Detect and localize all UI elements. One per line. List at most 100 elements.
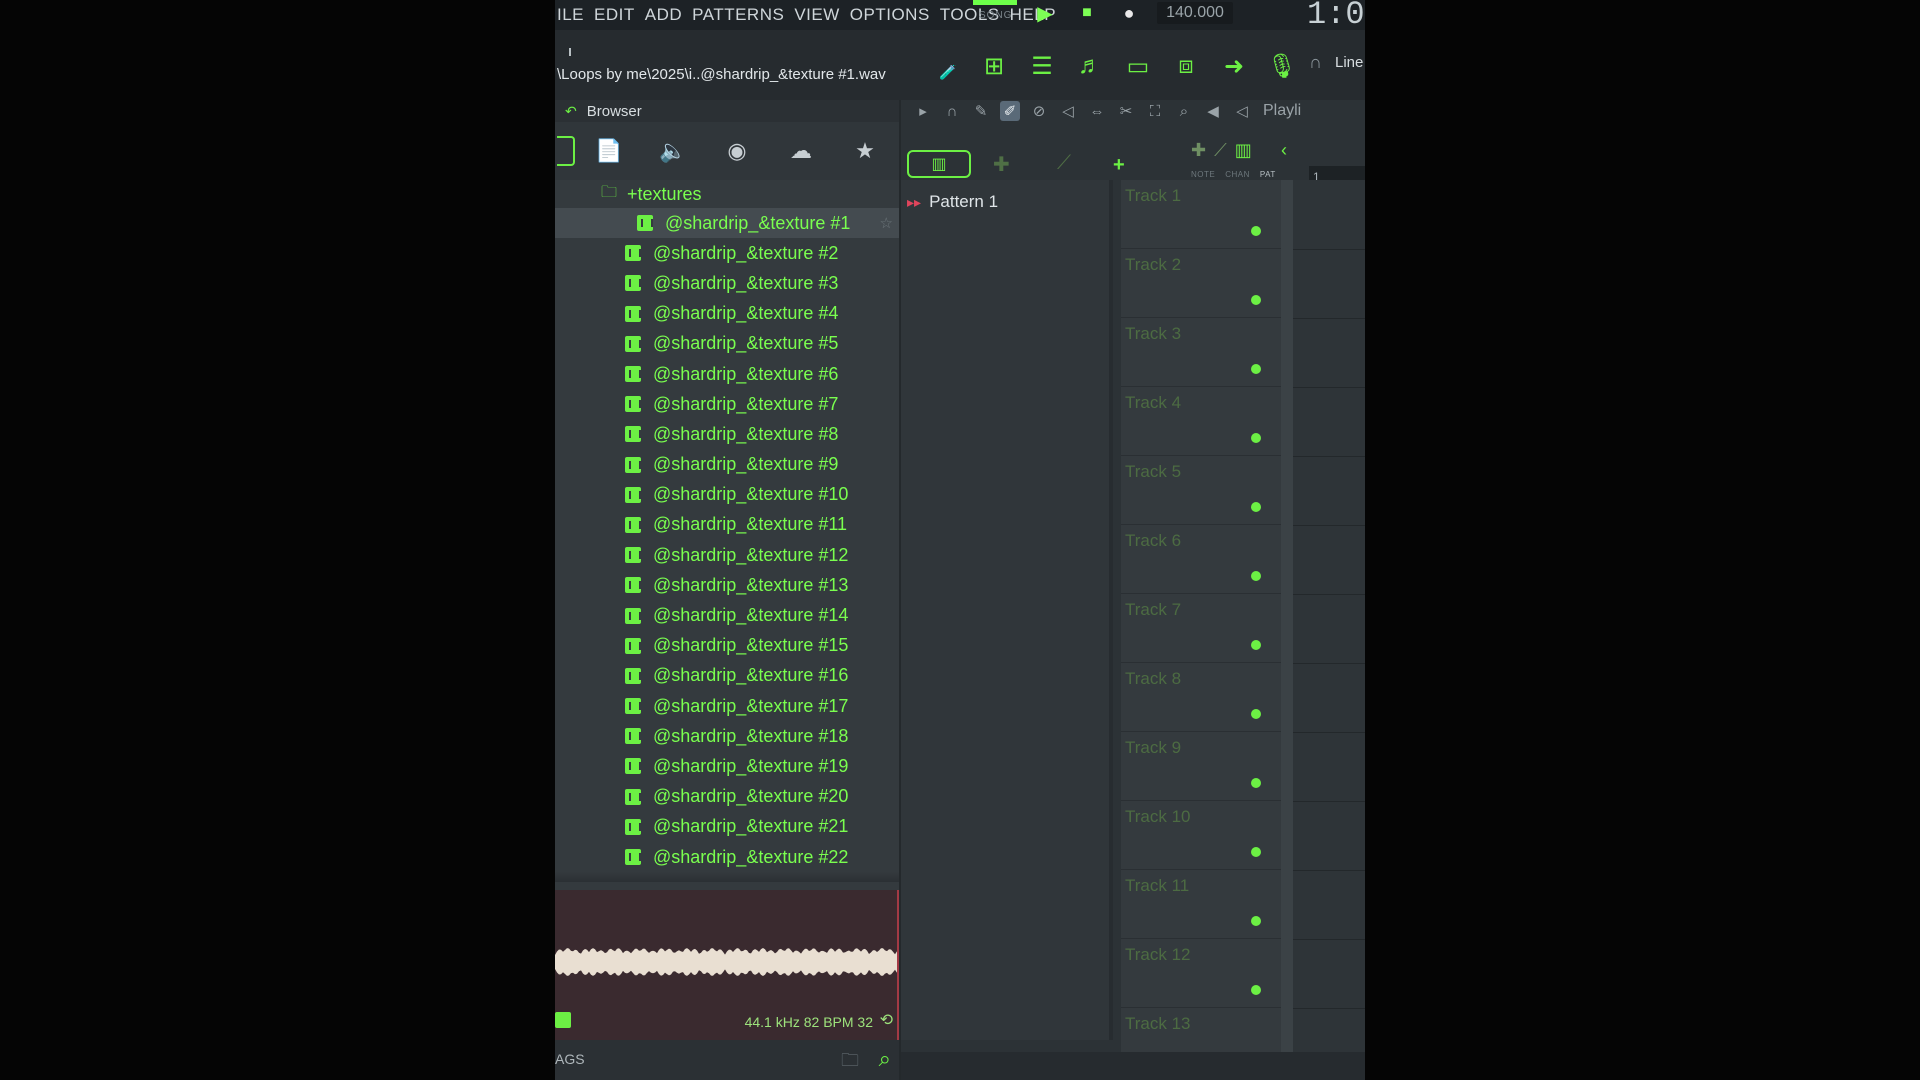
pattern-mode-button[interactable]: ▥ — [907, 150, 971, 178]
file-item[interactable]: @shardrip_&texture #12 — [555, 540, 899, 570]
track-header[interactable]: Track 1 — [1121, 180, 1281, 249]
track-enable-dot[interactable] — [1251, 847, 1261, 857]
file-item[interactable]: @shardrip_&texture #9 — [555, 450, 899, 480]
track-enable-dot[interactable] — [1251, 571, 1261, 581]
track-header[interactable]: Track 9 — [1121, 732, 1281, 801]
file-item[interactable]: @shardrip_&texture #17 — [555, 691, 899, 721]
slip-icon[interactable]: ⇔ — [1087, 101, 1107, 121]
file-item[interactable]: @shardrip_&texture #5 — [555, 329, 899, 359]
pattern-block-icon[interactable]: ▥ — [1235, 140, 1252, 161]
track-header[interactable]: Track 12 — [1121, 939, 1281, 1008]
cloud-icon-tab[interactable]: ☁ — [769, 122, 833, 180]
track-header[interactable]: Track 10 — [1121, 801, 1281, 870]
track-enable-dot[interactable] — [1251, 502, 1261, 512]
tab-all[interactable] — [555, 122, 577, 180]
add-pattern-icon[interactable]: + — [1113, 154, 1125, 177]
mode-chan[interactable]: CHAN — [1225, 170, 1250, 179]
speaker-icon-tab[interactable]: 🔈 — [641, 122, 705, 180]
file-icon-tab[interactable]: 📄 — [577, 122, 641, 180]
track-header[interactable]: Track 5 — [1121, 456, 1281, 525]
track-enable-dot[interactable] — [1251, 709, 1261, 719]
playlist-scroll-bar[interactable] — [901, 1052, 1365, 1080]
microphone-icon[interactable]: 🎙 — [1263, 46, 1301, 86]
file-item[interactable]: @shardrip_&texture #6 — [555, 359, 899, 389]
playlist-tree-icon[interactable]: ⊞ — [975, 46, 1013, 86]
file-item[interactable]: @shardrip_&texture #10 — [555, 480, 899, 510]
file-item[interactable]: @shardrip_&texture #14 — [555, 600, 899, 630]
file-item[interactable]: @shardrip_&texture #4 — [555, 299, 899, 329]
sample-preview[interactable]: 44.1 kHz 82 BPM 32 ⟲ — [555, 890, 899, 1040]
delete-icon[interactable]: ⊘ — [1029, 101, 1049, 121]
folder-icon[interactable]: 🗀 — [841, 1048, 859, 1078]
file-item[interactable]: @shardrip_&texture #16 — [555, 661, 899, 691]
mixer-icon[interactable]: ⧈ — [1167, 46, 1205, 86]
menu-item-2[interactable]: ADD — [645, 5, 682, 25]
move-icon[interactable]: ✚ — [993, 152, 1010, 177]
track-enable-dot[interactable] — [1251, 226, 1261, 236]
loop-icon[interactable]: ⟲ — [880, 1010, 893, 1030]
menu-item-1[interactable]: EDIT — [594, 5, 635, 25]
snap-line-label[interactable]: Line — [1335, 54, 1363, 71]
file-item[interactable]: @shardrip_&texture #3 — [555, 268, 899, 298]
track-enable-dot[interactable] — [1251, 364, 1261, 374]
menu-item-4[interactable]: VIEW — [794, 5, 839, 25]
browser-window-icon[interactable]: ▭ — [1119, 46, 1157, 86]
zoom-icon[interactable]: ⌕ — [1174, 101, 1194, 121]
track-enable-dot[interactable] — [1251, 778, 1261, 788]
headphones-icon[interactable]: ∩ — [1309, 52, 1322, 73]
file-item[interactable]: @shardrip_&texture #8 — [555, 419, 899, 449]
track-divider[interactable] — [1281, 180, 1293, 1080]
magnet-icon[interactable]: ∩ — [942, 101, 962, 121]
track-enable-dot[interactable] — [1251, 295, 1261, 305]
mode-note[interactable]: NOTE — [1191, 170, 1215, 179]
tempo-display[interactable]: 140.000 — [1157, 2, 1233, 24]
folder-item-textures[interactable]: 🗀 +textures — [555, 180, 899, 208]
mode-pat[interactable]: PAT — [1260, 170, 1276, 179]
file-item[interactable]: @shardrip_&texture #18 — [555, 721, 899, 751]
menu-item-0[interactable]: ILE — [557, 5, 584, 25]
file-item[interactable]: @shardrip_&texture #11 — [555, 510, 899, 540]
mute-icon[interactable]: ◁ — [1058, 101, 1078, 121]
line-tool-icon[interactable]: ⟋ — [1057, 152, 1071, 175]
track-enable-dot[interactable] — [1251, 433, 1261, 443]
file-item[interactable]: @shardrip_&texture #20 — [555, 782, 899, 812]
track-header[interactable]: Track 4 — [1121, 387, 1281, 456]
record-icon[interactable]: ● — [1115, 0, 1143, 26]
globe-icon-tab[interactable]: ◉ — [705, 122, 769, 180]
browser-back-icon[interactable]: ↶ — [565, 103, 577, 120]
stop-icon[interactable]: ■ — [1073, 0, 1101, 26]
menu-item-3[interactable]: PATTERNS — [692, 5, 784, 25]
piano-roll-icon[interactable]: ♬ — [1071, 46, 1109, 86]
track-enable-dot[interactable] — [1251, 916, 1261, 926]
track-header[interactable]: Track 8 — [1121, 663, 1281, 732]
track-header[interactable]: Track 2 — [1121, 249, 1281, 318]
track-header[interactable]: Track 7 — [1121, 594, 1281, 663]
channel-rack-icon[interactable]: ☰ — [1023, 46, 1061, 86]
search-icon[interactable]: ⌕ — [879, 1046, 891, 1072]
file-item[interactable]: @shardrip_&texture #7 — [555, 389, 899, 419]
curve-icon[interactable]: ⟋ — [1214, 140, 1227, 161]
file-item[interactable]: @shardrip_&texture #13 — [555, 570, 899, 600]
song-mode-toggle[interactable]: SONG — [973, 0, 1017, 26]
star-icon-tab[interactable]: ★ — [833, 122, 897, 180]
play-icon[interactable]: ▶ — [1031, 0, 1059, 26]
file-item[interactable]: @shardrip_&texture #1 ☆ — [555, 208, 899, 239]
pencil-icon[interactable]: ✎ — [971, 101, 991, 121]
track-header[interactable]: Track 6 — [1121, 525, 1281, 594]
file-item[interactable]: @shardrip_&texture #19 — [555, 751, 899, 781]
track-header[interactable]: Track 3 — [1121, 318, 1281, 387]
favorite-star-icon[interactable]: ☆ — [880, 214, 893, 232]
paint-brush-icon[interactable]: ✐ — [1000, 101, 1020, 121]
select-icon[interactable]: ⛶ — [1145, 101, 1165, 121]
play-arrow-icon[interactable]: ▸ — [913, 101, 933, 121]
move-small-icon[interactable]: ✚ — [1191, 140, 1206, 161]
file-item[interactable]: @shardrip_&texture #21 — [555, 812, 899, 842]
preview-play-icon[interactable] — [555, 1012, 571, 1028]
file-item[interactable]: @shardrip_&texture #22 — [555, 842, 899, 872]
speaker-icon[interactable]: ◁ — [1232, 101, 1252, 121]
tags-label[interactable]: AGS — [555, 1051, 585, 1067]
arrow-right-icon[interactable]: ➜ — [1215, 46, 1253, 86]
chevron-left-icon[interactable]: ‹ — [1281, 140, 1287, 161]
menu-item-5[interactable]: OPTIONS — [850, 5, 930, 25]
file-item[interactable]: @shardrip_&texture #2 — [555, 238, 899, 268]
